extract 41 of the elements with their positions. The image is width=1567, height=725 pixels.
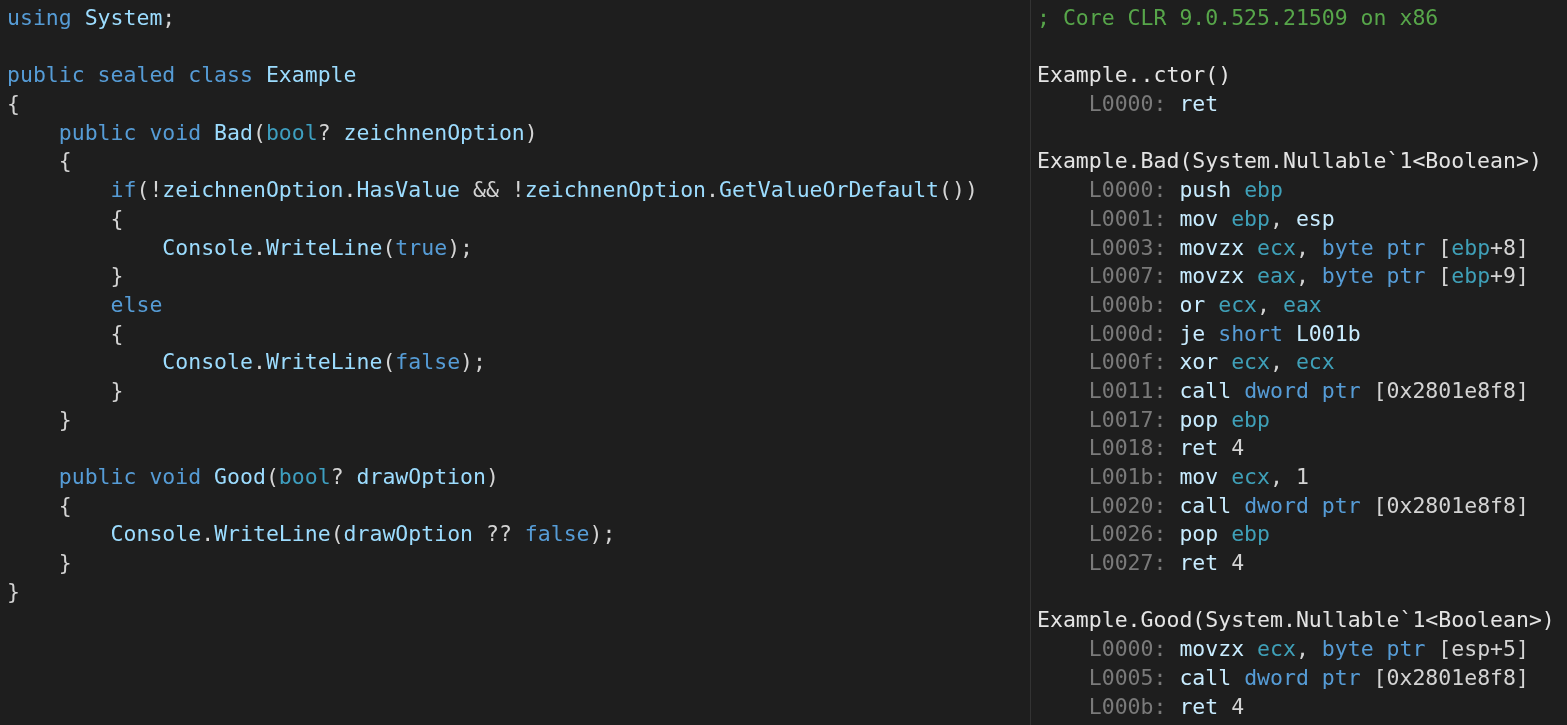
assembly-line: L0000: movzx ecx, byte ptr [esp+5] — [1087, 635, 1529, 664]
assembly-line: Example.Bad(System.Nullable`1<Boolean>) — [1037, 147, 1542, 176]
code-line: { — [57, 147, 72, 176]
code-line: Console.WriteLine(false); — [161, 348, 486, 377]
assembly-line: L000b: or ecx, eax — [1087, 290, 1322, 319]
code-line: else — [109, 290, 163, 319]
assembly-line: L000b: ret 4 — [1087, 692, 1245, 721]
assembly-line: L0020: call dword ptr [0x2801e8f8] — [1087, 491, 1529, 520]
assembly-line: L0007: movzx eax, byte ptr [ebp+9] — [1087, 262, 1529, 291]
assembly-line: L0000: push ebp — [1087, 176, 1283, 205]
code-line: public sealed class Example — [7, 61, 357, 90]
code-line: if(!zeichnenOption.HasValue && !zeichnenOption.GetValueOrDefault()) — [109, 176, 978, 205]
code-line: } — [57, 549, 72, 578]
assembly-line: L0011: call dword ptr [0x2801e8f8] — [1087, 376, 1529, 405]
assembly-line: L0027: ret 4 — [1087, 549, 1245, 578]
assembly-line: L0000: ret — [1087, 90, 1219, 119]
code-line: } — [7, 577, 20, 606]
assembly-line: L0003: movzx ecx, byte ptr [ebp+8] — [1087, 233, 1529, 262]
code-line: Console.WriteLine(true); — [161, 233, 474, 262]
assembly-line: L0026: pop ebp — [1087, 520, 1270, 549]
code-line: { — [109, 319, 124, 348]
code-line: } — [109, 262, 124, 291]
code-line: public void Good(bool? drawOption) — [57, 463, 499, 491]
code-line: public void Bad(bool? zeichnenOption) — [57, 118, 538, 147]
assembly-line: L0017: pop ebp — [1087, 405, 1270, 434]
code-line: } — [109, 376, 124, 405]
assembly-line: L000f: xor ecx, ecx — [1087, 348, 1335, 377]
code-line: Console.WriteLine(drawOption ?? false); — [109, 520, 616, 549]
assembly-line: L000d: je short L001b — [1087, 319, 1361, 348]
assembly-line: L001b: mov ecx, 1 — [1087, 463, 1309, 491]
assembly-line: L0001: mov ebp, esp — [1087, 204, 1335, 233]
assembly-line: L0005: call dword ptr [0x2801e8f8] — [1087, 663, 1529, 692]
code-line: { — [7, 90, 20, 119]
code-line: { — [109, 204, 124, 233]
code-line: } — [57, 405, 72, 434]
code-line: { — [57, 491, 72, 520]
assembly-line: ; Core CLR 9.0.525.21509 on x86 — [1037, 4, 1439, 32]
code-line: using System; — [7, 4, 176, 32]
assembly-line: L0018: ret 4 — [1087, 434, 1245, 463]
assembly-line: Example.Good(System.Nullable`1<Boolean>) — [1037, 606, 1555, 635]
assembly-line: Example..ctor() — [1037, 61, 1232, 90]
